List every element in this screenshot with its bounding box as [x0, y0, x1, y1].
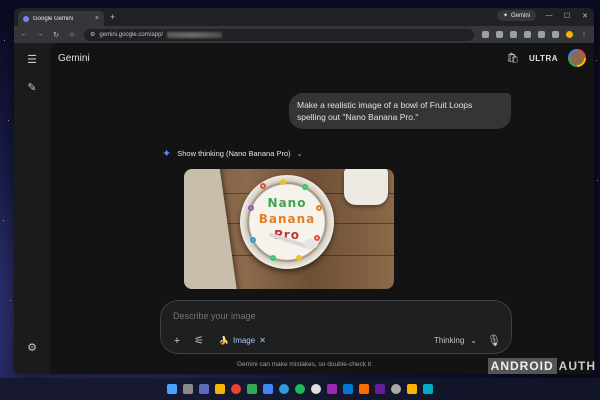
cereal-bowl: Nano Banana Pro: [240, 175, 334, 269]
tab-close-icon[interactable]: ×: [95, 15, 99, 22]
search-icon[interactable]: [183, 384, 193, 394]
image-tool-chip[interactable]: 🍌 Image ✕: [219, 336, 266, 345]
app-icon[interactable]: [311, 384, 321, 394]
app-icon[interactable]: [359, 384, 369, 394]
new-chat-icon[interactable]: ✎: [25, 81, 39, 95]
new-tab-button[interactable]: +: [110, 12, 115, 22]
app-icon[interactable]: [343, 384, 353, 394]
spoon-head-shape: [304, 239, 318, 249]
chrome-icon[interactable]: [231, 384, 241, 394]
watermark: ANDROID AUTH: [487, 358, 596, 374]
download-icon[interactable]: [538, 31, 545, 38]
watermark-box: ANDROID: [487, 358, 557, 374]
disclaimer-text: Gemini can make mistakes, so double-chec…: [236, 361, 372, 368]
home-icon[interactable]: ⌂: [68, 31, 76, 38]
mode-label: Thinking: [434, 336, 465, 345]
remove-chip-icon[interactable]: ✕: [259, 336, 266, 345]
cereal-word-2: Banana: [258, 212, 316, 226]
tab-gemini[interactable]: Google Gemini ×: [18, 11, 104, 26]
taskbar: [0, 378, 600, 400]
show-thinking-toggle[interactable]: ✦ Show thinking (Nano Banana Pro) ⌄: [162, 147, 303, 160]
milk-jar-shape: [344, 169, 388, 205]
tab-title: Google Gemini: [33, 15, 74, 22]
shopping-bag-icon[interactable]: 🛍: [506, 53, 519, 64]
profile-avatar-icon[interactable]: [566, 31, 573, 38]
app-brand[interactable]: Gemini: [58, 53, 90, 64]
settings-icon[interactable]: ⚙: [25, 341, 39, 355]
gemini-pill-label: Gemini: [510, 12, 530, 19]
gemini-spark-icon: ✦: [162, 148, 172, 160]
app-icon[interactable]: [391, 384, 401, 394]
app-icon[interactable]: [279, 384, 289, 394]
side-rail: ☰ ✎ ⚙: [14, 43, 50, 374]
generated-image[interactable]: Nano Banana Pro: [184, 169, 394, 289]
model-mode-selector[interactable]: Thinking ⌄: [434, 336, 477, 345]
split-view-icon[interactable]: [552, 31, 559, 38]
user-prompt-bubble: Make a realistic image of a bowl of Frui…: [289, 93, 511, 129]
gemini-side-button[interactable]: ✦ Gemini: [496, 10, 536, 21]
file-explorer-icon[interactable]: [215, 384, 225, 394]
back-icon[interactable]: ←: [20, 31, 28, 38]
bookmark-star-icon[interactable]: [482, 31, 489, 38]
show-thinking-label: Show thinking (Nano Banana Pro): [177, 149, 291, 158]
app-icon[interactable]: [263, 384, 273, 394]
prompt-input[interactable]: [173, 311, 473, 321]
add-attachment-icon[interactable]: +: [171, 335, 183, 347]
task-view-icon[interactable]: [199, 384, 209, 394]
watermark-text: AUTH: [558, 359, 596, 373]
app-icon[interactable]: [423, 384, 433, 394]
menu-icon[interactable]: ☰: [25, 53, 39, 67]
chat-main: Gemini 🛍 ULTRA Make a realistic image of…: [50, 43, 594, 374]
extension-icon[interactable]: [496, 31, 503, 38]
banana-icon: 🍌: [219, 336, 229, 345]
app-icon[interactable]: [407, 384, 417, 394]
url-redaction: [167, 31, 223, 38]
gemini-app: ☰ ✎ ⚙ Gemini 🛍 ULTRA Make a realistic im…: [14, 43, 594, 374]
start-icon[interactable]: [167, 384, 177, 394]
gemini-favicon-icon: [23, 15, 29, 22]
plan-badge: ULTRA: [528, 53, 558, 63]
reload-icon[interactable]: ↻: [52, 31, 60, 39]
browser-window: Google Gemini × + ✦ Gemini — ☐ ✕ ← → ↻ ⌂…: [14, 8, 594, 374]
site-info-icon[interactable]: ⚙: [90, 31, 95, 38]
cereal-word-1: Nano: [267, 196, 307, 210]
tab-strip: Google Gemini × + ✦ Gemini — ☐ ✕: [14, 8, 594, 26]
app-icon[interactable]: [295, 384, 305, 394]
url-text: gemini.google.com/app/: [99, 31, 164, 38]
prompt-composer: + ⚟ 🍌 Image ✕ Thinking ⌄ 🎙: [160, 300, 512, 354]
maximize-button[interactable]: ☐: [562, 12, 572, 20]
extension-icon[interactable]: [510, 31, 517, 38]
browser-menu-icon[interactable]: ⋮: [580, 31, 588, 39]
image-chip-label: Image: [232, 336, 256, 345]
address-bar[interactable]: ⚙ gemini.google.com/app/: [84, 28, 474, 41]
mic-icon[interactable]: 🎙: [487, 334, 501, 347]
chevron-down-icon: ⌄: [296, 150, 303, 158]
app-icon[interactable]: [247, 384, 257, 394]
spark-icon: ✦: [502, 13, 508, 19]
minimize-button[interactable]: —: [544, 12, 554, 19]
app-icon[interactable]: [327, 384, 337, 394]
extension-icon[interactable]: [524, 31, 531, 38]
chevron-down-icon: ⌄: [470, 336, 477, 345]
toolbar: ← → ↻ ⌂ ⚙ gemini.google.com/app/ ⋮: [14, 26, 594, 43]
napkin-shape: [184, 169, 237, 289]
tools-icon[interactable]: ⚟: [193, 334, 205, 347]
user-avatar[interactable]: [568, 49, 586, 67]
forward-icon[interactable]: →: [36, 31, 44, 38]
app-icon[interactable]: [375, 384, 385, 394]
close-window-button[interactable]: ✕: [580, 12, 590, 20]
